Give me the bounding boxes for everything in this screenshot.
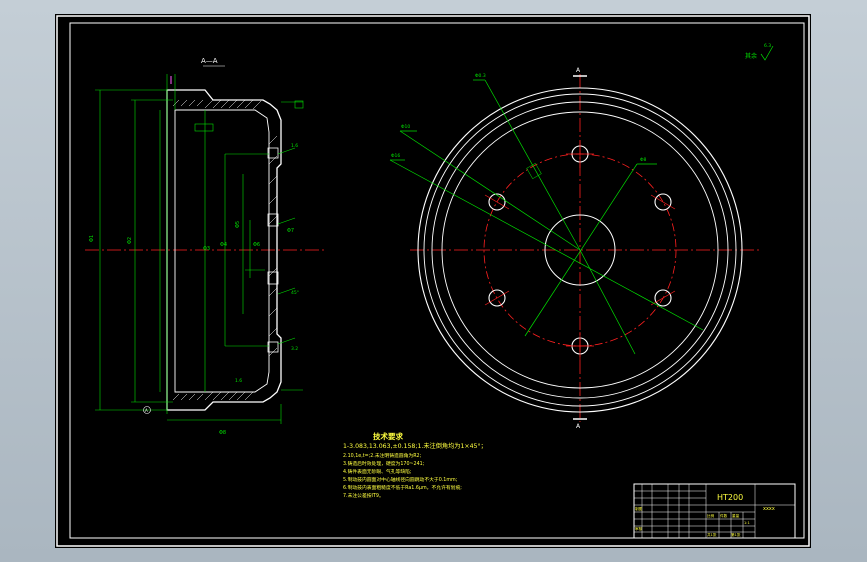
svg-text:重量: 重量 bbox=[732, 513, 740, 518]
svg-text:1.6: 1.6 bbox=[235, 378, 242, 384]
tech-req-line: 3.铸造后时效处理，硬度为170~241; bbox=[343, 460, 425, 467]
svg-text:Φ10: Φ10 bbox=[401, 124, 410, 130]
drawing-sheet: A—A A Φ1 Φ2 Φ3 Φ4 Φ5 Φ6 Φ7 Φ8 1.6 45° 3.… bbox=[55, 14, 811, 548]
svg-text:Φ8: Φ8 bbox=[640, 157, 647, 163]
feature-frame bbox=[194, 123, 214, 132]
svg-text:Φ2: Φ2 bbox=[127, 237, 133, 244]
cad-drawing: A—A A Φ1 Φ2 Φ3 Φ4 Φ5 Φ6 Φ7 Φ8 1.6 45° 3.… bbox=[56, 15, 810, 547]
svg-text:A: A bbox=[145, 408, 148, 413]
chamfer-labels: 1.6 45° 3.2 1.6 bbox=[235, 143, 299, 384]
svg-text:1.6: 1.6 bbox=[291, 143, 298, 149]
svg-text:件数: 件数 bbox=[720, 513, 728, 518]
svg-text:共1张: 共1张 bbox=[707, 532, 717, 537]
roughness-note: 其余 bbox=[745, 52, 757, 60]
section-label: A—A bbox=[201, 57, 218, 65]
tech-req-line: 1-3.083,13.063,±0.158;1.未注倒角均为1×45°； bbox=[343, 442, 487, 450]
tech-req-line: 6.制动鼓内表面粗糙度不低于Ra1.6μm，不允许有划痕; bbox=[343, 484, 462, 491]
svg-text:比例: 比例 bbox=[707, 513, 715, 518]
outer-frame bbox=[56, 15, 810, 547]
svg-text:Φ4: Φ4 bbox=[220, 242, 227, 248]
tech-req-line: 4.铸件表面无砂眼、气孔等缺陷; bbox=[343, 468, 412, 475]
tech-requirements: 技术要求 1-3.083,13.063,±0.158;1.未注倒角均为1×45°… bbox=[343, 431, 487, 499]
tech-req-line: 2.10,1e,t=;2.未注明铸造圆角为R2; bbox=[343, 452, 422, 459]
tech-req-title: 技术要求 bbox=[373, 431, 403, 441]
hatch-wall bbox=[268, 135, 278, 357]
tech-req-line: 7.未注公差按IT9。 bbox=[343, 492, 384, 499]
svg-text:Φ1: Φ1 bbox=[89, 235, 95, 242]
school-text: xxxx bbox=[763, 506, 775, 512]
svg-text:Φ0.3: Φ0.3 bbox=[475, 73, 486, 79]
svg-text:Φ8: Φ8 bbox=[219, 430, 226, 436]
view-mark-top: A bbox=[576, 67, 581, 74]
drum-inner bbox=[174, 109, 270, 393]
svg-text:Φ16: Φ16 bbox=[391, 153, 400, 159]
front-view: Φ0.3 Φ10 Φ16 Φ8 A A 其余 6.3 bbox=[389, 43, 774, 430]
svg-text:3.2: 3.2 bbox=[291, 346, 298, 352]
title-block: HT200 xxxx 制图 审核 比例 1:1 件数 重量 共1张 第1张 bbox=[633, 483, 796, 539]
view-mark-bottom: A bbox=[576, 423, 581, 430]
svg-text:审核: 审核 bbox=[635, 526, 643, 531]
inner-frame bbox=[69, 22, 805, 539]
svg-text:45°: 45° bbox=[291, 290, 299, 296]
svg-text:第1张: 第1张 bbox=[731, 532, 741, 537]
svg-text:1:1: 1:1 bbox=[744, 521, 750, 525]
hatch-top bbox=[172, 99, 262, 110]
svg-text:6.3: 6.3 bbox=[764, 43, 771, 49]
section-dims bbox=[95, 74, 303, 424]
wall-hole-4 bbox=[267, 341, 279, 353]
hatch-bottom bbox=[172, 391, 254, 401]
svg-text:Φ7: Φ7 bbox=[287, 228, 294, 234]
svg-text:Φ3: Φ3 bbox=[203, 246, 210, 252]
svg-text:制图: 制图 bbox=[635, 506, 643, 511]
side-dim-labels: Φ1 Φ2 Φ3 Φ4 Φ5 Φ6 Φ7 Φ8 bbox=[89, 221, 294, 436]
leader-label-texts: Φ0.3 Φ10 Φ16 Φ8 bbox=[391, 73, 647, 163]
svg-text:Φ6: Φ6 bbox=[253, 242, 260, 248]
svg-text:Φ5: Φ5 bbox=[235, 221, 241, 228]
tech-req-line: 5.制动鼓内圆面对中心轴线径向圆跳动不大于0.1mm; bbox=[343, 476, 458, 483]
section-view: A—A A Φ1 Φ2 Φ3 Φ4 Φ5 Φ6 Φ7 Φ8 1.6 45° 3.… bbox=[85, 57, 325, 436]
material-text: HT200 bbox=[717, 493, 743, 502]
